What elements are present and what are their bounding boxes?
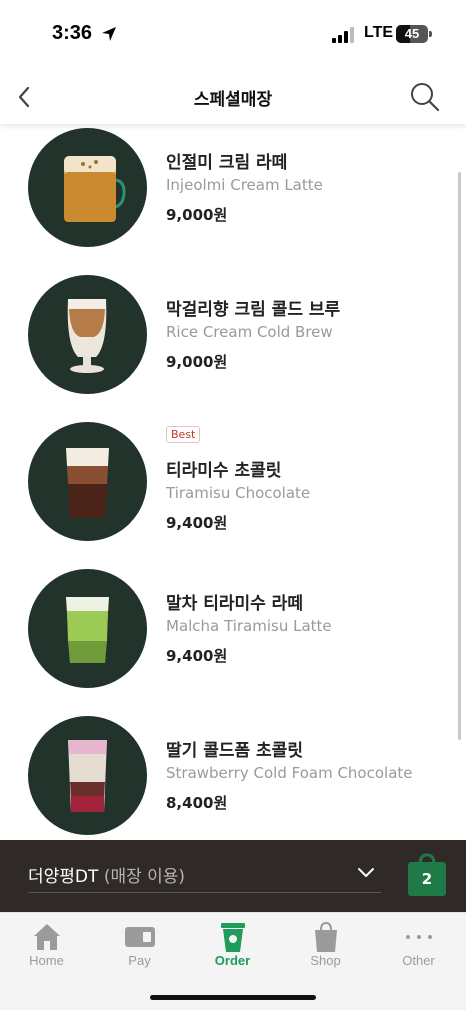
tab-other[interactable]: Other bbox=[372, 913, 465, 983]
drink-price: 9,000원 bbox=[166, 353, 228, 371]
store-bar: 더양평DT (매장 이용) 2 bbox=[0, 840, 466, 912]
tab-pay[interactable]: Pay bbox=[93, 913, 186, 983]
store-mode: (매장 이용) bbox=[103, 867, 186, 887]
network-type: LTE bbox=[364, 24, 394, 41]
cart-count: 2 bbox=[421, 870, 433, 888]
best-badge: Best bbox=[166, 426, 201, 443]
more-icon bbox=[406, 935, 432, 939]
menu-item[interactable]: Best 티라미수 초콜릿 Tiramisu Chocolate 9,400원 bbox=[0, 418, 466, 548]
drink-image bbox=[28, 422, 147, 541]
drink-image bbox=[28, 569, 147, 688]
tab-label: Home bbox=[29, 953, 64, 968]
page-title: 스페셜매장 bbox=[193, 90, 273, 110]
drink-image bbox=[28, 275, 147, 394]
card-icon bbox=[125, 927, 155, 947]
drink-name-ko: 딸기 콜드폼 초콜릿 bbox=[166, 741, 303, 761]
home-indicator bbox=[150, 995, 316, 1000]
scrollbar[interactable] bbox=[458, 172, 461, 740]
menu-item[interactable]: 막걸리향 크림 콜드 브루 Rice Cream Cold Brew 9,000… bbox=[0, 271, 466, 401]
drink-name-en: Rice Cream Cold Brew bbox=[166, 323, 333, 341]
tab-home[interactable]: Home bbox=[0, 913, 93, 983]
header: 스페셜매장 bbox=[0, 70, 466, 124]
tab-label: Shop bbox=[310, 953, 341, 968]
battery-icon: 45 bbox=[396, 25, 428, 43]
search-icon[interactable] bbox=[408, 80, 442, 114]
store-selector[interactable]: 더양평DT (매장 이용) bbox=[28, 862, 185, 887]
drink-price: 9,000원 bbox=[166, 206, 228, 224]
drink-name-en: Tiramisu Chocolate bbox=[166, 484, 311, 502]
tab-bar: Home Pay Order Shop Other bbox=[0, 912, 466, 1010]
menu-item[interactable]: 딸기 콜드폼 초콜릿 Strawberry Cold Foam Chocolat… bbox=[0, 712, 466, 840]
tab-label: Pay bbox=[128, 953, 151, 968]
bag-icon bbox=[315, 921, 337, 952]
drink-name-en: Strawberry Cold Foam Chocolate bbox=[166, 764, 413, 782]
battery-tip bbox=[429, 31, 432, 37]
status-time: 3:36 bbox=[52, 22, 93, 44]
chevron-down-icon[interactable] bbox=[356, 862, 376, 882]
drink-price: 8,400원 bbox=[166, 794, 228, 812]
drink-name-ko: 막걸리향 크림 콜드 브루 bbox=[166, 300, 341, 320]
drink-name-en: Malcha Tiramisu Latte bbox=[166, 617, 332, 635]
tab-label: Order bbox=[214, 953, 251, 968]
drink-name-ko: 말차 티라미수 라떼 bbox=[166, 594, 303, 614]
drink-name-ko: 인절미 크림 라떼 bbox=[166, 153, 288, 173]
tab-order[interactable]: Order bbox=[186, 913, 279, 983]
drink-image bbox=[28, 128, 147, 247]
home-icon bbox=[34, 924, 60, 950]
battery-percent: 45 bbox=[404, 26, 420, 41]
tab-shop[interactable]: Shop bbox=[279, 913, 372, 983]
signal-icon bbox=[332, 27, 354, 43]
drink-price: 9,400원 bbox=[166, 514, 228, 532]
store-divider bbox=[28, 892, 381, 893]
menu-list: 인절미 크림 라떼 Injeolmi Cream Latte 9,000원 막걸… bbox=[0, 124, 466, 840]
location-arrow-icon bbox=[102, 27, 116, 41]
menu-item[interactable]: 말차 티라미수 라떼 Malcha Tiramisu Latte 9,400원 bbox=[0, 565, 466, 695]
store-name: 더양평DT bbox=[28, 867, 99, 887]
cup-icon bbox=[221, 923, 245, 952]
menu-item[interactable]: 인절미 크림 라떼 Injeolmi Cream Latte 9,000원 bbox=[0, 124, 466, 254]
drink-image bbox=[28, 716, 147, 835]
drink-name-en: Injeolmi Cream Latte bbox=[166, 176, 323, 194]
tab-label: Other bbox=[402, 953, 435, 968]
drink-name-ko: 티라미수 초콜릿 bbox=[166, 461, 282, 481]
status-bar: 3:36 LTE 45 bbox=[0, 0, 466, 70]
drink-price: 9,400원 bbox=[166, 647, 228, 665]
